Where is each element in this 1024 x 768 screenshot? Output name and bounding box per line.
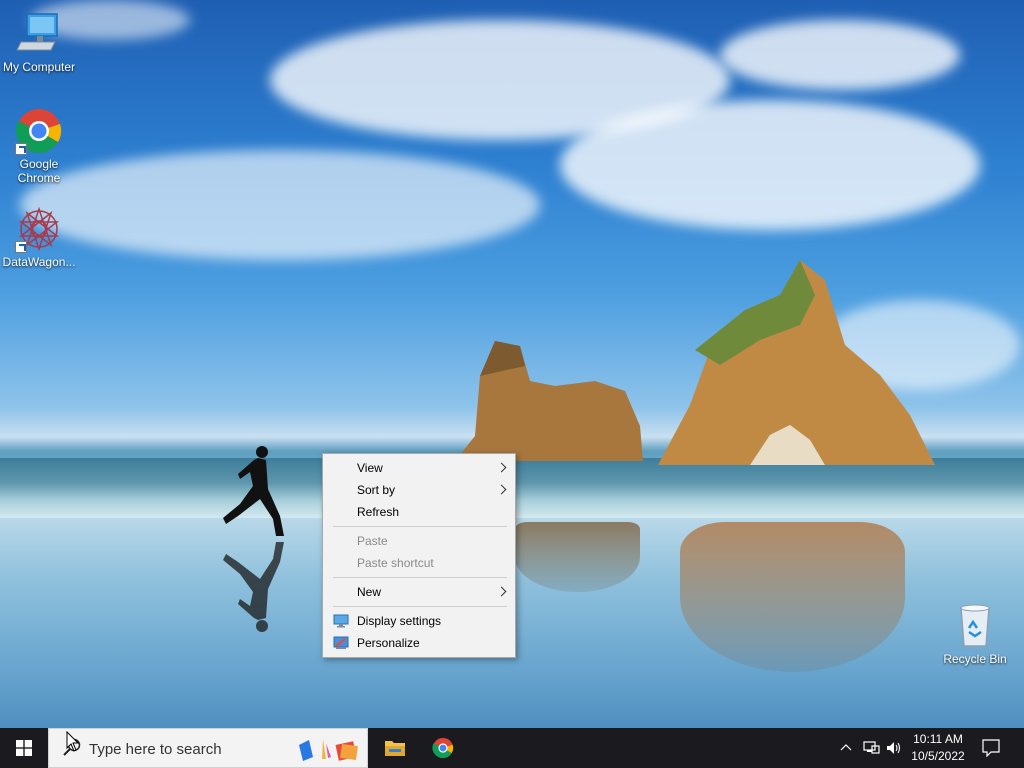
cloud	[720, 20, 960, 90]
desktop-icon-label: Google Chrome	[17, 157, 61, 185]
rock-reflection	[680, 522, 905, 672]
menu-item-label: Refresh	[357, 505, 400, 519]
chrome-icon	[432, 737, 454, 759]
desktop-icon-label: DataWagon...	[2, 255, 76, 269]
desktop[interactable]: My Computer Google Chrome DataWagon... R…	[0, 0, 1024, 728]
menu-item-paste[interactable]: Paste	[323, 530, 515, 552]
shortcut-arrow-icon	[15, 241, 27, 253]
desktop-icon-google-chrome[interactable]: Google Chrome	[1, 107, 77, 185]
recycle-bin-icon	[951, 602, 999, 650]
display-icon	[333, 614, 349, 628]
datawagon-icon	[15, 205, 63, 253]
clock-time: 10:11 AM	[913, 732, 963, 746]
menu-item-label: Paste	[357, 534, 388, 548]
menu-item-new[interactable]: New	[323, 581, 515, 603]
menu-item-refresh[interactable]: Refresh	[323, 501, 515, 523]
rock-arch-large	[658, 260, 935, 465]
menu-item-display-settings[interactable]: Display settings	[323, 610, 515, 632]
search-placeholder: Type here to search	[89, 741, 222, 758]
menu-item-label: View	[357, 461, 383, 475]
taskbar: Type here to search 10:11 AM 10/5/2022	[0, 728, 1024, 768]
desktop-icon-recycle-bin[interactable]: Recycle Bin	[937, 602, 1013, 666]
runner-silhouette	[223, 446, 284, 632]
chevron-right-icon	[496, 586, 507, 597]
chevron-right-icon	[496, 484, 507, 495]
taskbar-file-explorer[interactable]	[371, 728, 419, 768]
menu-item-paste-shortcut[interactable]: Paste shortcut	[323, 552, 515, 574]
desktop-icon-datawagon[interactable]: DataWagon...	[1, 205, 77, 269]
desktop-icon-label: Recycle Bin	[943, 652, 1007, 666]
menu-item-personalize[interactable]: Personalize	[323, 632, 515, 654]
notifications-icon[interactable]	[982, 739, 1000, 757]
chrome-icon	[15, 107, 63, 155]
taskbar-clock[interactable]: 10:11 AM 10/5/2022	[905, 731, 971, 765]
computer-icon	[15, 10, 63, 58]
menu-item-view[interactable]: View	[323, 457, 515, 479]
search-highlight-icon	[299, 739, 358, 761]
menu-item-label: New	[357, 585, 382, 599]
start-button[interactable]	[0, 728, 48, 768]
menu-item-label: Sort by	[357, 483, 396, 497]
chevron-up-icon[interactable]	[840, 742, 852, 754]
windows-logo-icon	[16, 740, 32, 756]
cloud	[20, 150, 540, 260]
menu-separator	[333, 606, 507, 607]
cloud	[560, 100, 980, 230]
chevron-right-icon	[496, 462, 507, 473]
taskbar-search-box[interactable]: Type here to search	[48, 728, 368, 768]
shortcut-arrow-icon	[15, 143, 27, 155]
desktop-icon-label: My Computer	[2, 60, 76, 74]
menu-item-sort-by[interactable]: Sort by	[323, 479, 515, 501]
network-icon[interactable]	[862, 740, 880, 756]
mouse-cursor-icon	[66, 731, 80, 752]
menu-item-label: Personalize	[357, 636, 420, 650]
volume-icon[interactable]	[885, 740, 903, 756]
menu-separator	[333, 577, 507, 578]
clock-date: 10/5/2022	[911, 749, 965, 763]
rock-reflection	[515, 522, 640, 592]
menu-item-label: Paste shortcut	[357, 556, 434, 570]
folder-icon	[385, 741, 405, 756]
rock-small	[455, 341, 643, 461]
desktop-icon-my-computer[interactable]: My Computer	[1, 10, 77, 74]
personalize-icon	[333, 636, 349, 649]
menu-separator	[333, 526, 507, 527]
desktop-context-menu: View Sort by Refresh Paste Paste shortcu…	[322, 453, 516, 658]
taskbar-chrome[interactable]	[419, 728, 467, 768]
menu-item-label: Display settings	[357, 614, 442, 628]
